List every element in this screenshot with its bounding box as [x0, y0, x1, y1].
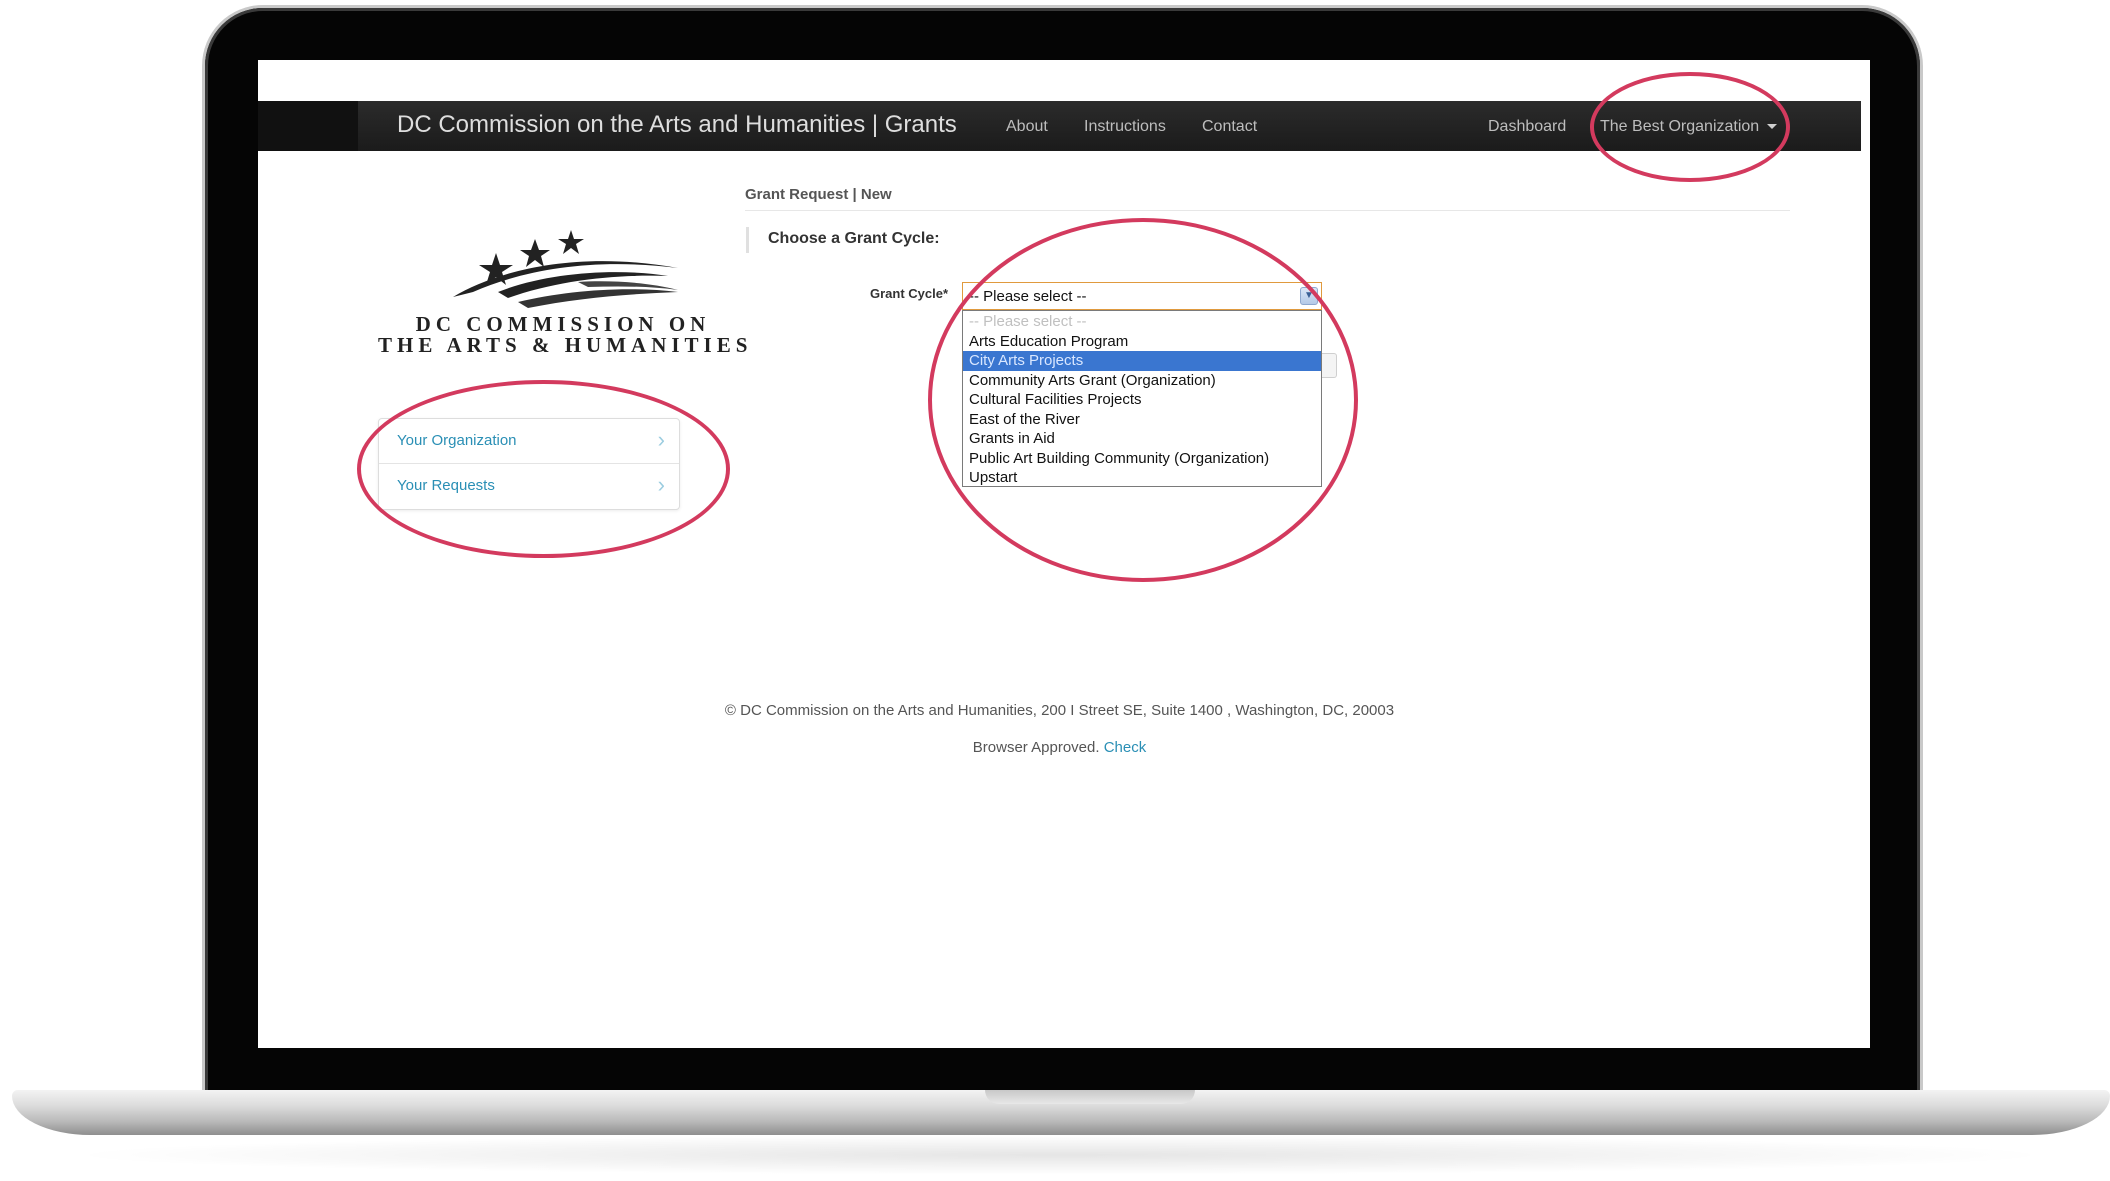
nav-about[interactable]: About: [1006, 118, 1048, 136]
grant-cycle-select[interactable]: -- Please select -- ▼: [962, 282, 1322, 310]
grant-cycle-options: -- Please select -- Arts Education Progr…: [962, 310, 1322, 487]
select-value: -- Please select --: [969, 288, 1087, 305]
footer-address: © DC Commission on the Arts and Humaniti…: [724, 702, 1395, 719]
option-placeholder[interactable]: -- Please select --: [963, 312, 1321, 332]
option-cultural-facilities[interactable]: Cultural Facilities Projects: [963, 390, 1321, 410]
account-dropdown[interactable]: The Best Organization: [1600, 118, 1778, 136]
breadcrumb: Grant Request | New: [745, 186, 892, 203]
account-name: The Best Organization: [1600, 118, 1760, 135]
sidebar-item-label: Your Requests: [397, 477, 495, 494]
sidebar-item-requests[interactable]: Your Requests ›: [379, 464, 679, 508]
footer-browser: Browser Approved. Check: [258, 739, 1861, 756]
grant-cycle-label: Grant Cycle*: [870, 286, 949, 301]
option-grants-in-aid[interactable]: Grants in Aid: [963, 429, 1321, 449]
section-title: Choose a Grant Cycle:: [768, 230, 940, 247]
option-community-arts[interactable]: Community Arts Grant (Organization): [963, 371, 1321, 391]
commission-logo: DC COMMISSION ON THE ARTS & HUMANITIES: [378, 190, 748, 425]
hidden-button-edge: [1322, 353, 1337, 378]
chevron-right-icon: ›: [657, 472, 665, 497]
browser-approved-text: Browser Approved.: [972, 739, 1100, 756]
section-marker: [746, 227, 749, 253]
option-upstart[interactable]: Upstart: [963, 468, 1321, 488]
logo-line-2: THE ARTS & HUMANITIES: [378, 333, 753, 357]
browser-screen: DC Commission on the Arts and Humanities…: [258, 60, 1870, 1048]
sidebar-item-label: Your Organization: [397, 432, 517, 449]
chevron-right-icon: ›: [657, 427, 665, 452]
nav-contact[interactable]: Contact: [1202, 118, 1257, 136]
caret-down-icon: [1767, 124, 1778, 130]
chevron-down-icon[interactable]: ▼: [1300, 287, 1318, 305]
sidebar-item-organization[interactable]: Your Organization ›: [379, 419, 679, 463]
navbar-edge: [258, 101, 358, 151]
option-east-river[interactable]: East of the River: [963, 410, 1321, 430]
laptop-notch: [985, 1090, 1195, 1104]
option-public-art[interactable]: Public Art Building Community (Organizat…: [963, 449, 1321, 469]
option-city-arts[interactable]: City Arts Projects: [963, 351, 1321, 371]
laptop-shadow: [60, 1135, 2060, 1175]
side-menu: Your Organization › Your Requests ›: [378, 418, 680, 510]
nav-instructions[interactable]: Instructions: [1084, 118, 1166, 136]
check-link[interactable]: Check: [1104, 739, 1147, 756]
top-navbar: DC Commission on the Arts and Humanities…: [258, 101, 1861, 151]
brand-title[interactable]: DC Commission on the Arts and Humanities…: [397, 111, 957, 139]
option-arts-education[interactable]: Arts Education Program: [963, 332, 1321, 352]
stars-swoosh-icon: [453, 230, 678, 308]
nav-dashboard[interactable]: Dashboard: [1488, 118, 1566, 136]
divider: [745, 210, 1790, 211]
